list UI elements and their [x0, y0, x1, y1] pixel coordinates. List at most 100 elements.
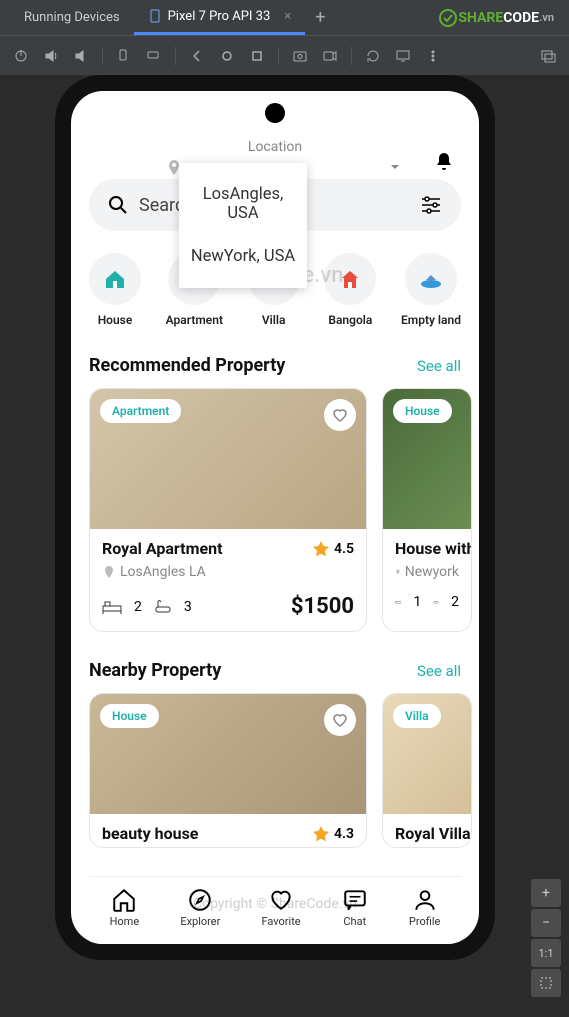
location-header: Location LosAngles, USA NewYork, USA — [89, 139, 461, 159]
home-icon[interactable] — [214, 43, 240, 69]
settings-icon[interactable] — [535, 43, 561, 69]
overview-icon[interactable] — [244, 43, 270, 69]
property-card[interactable]: Apartment Royal Apartment 4.5 — [89, 388, 367, 632]
more-icon[interactable] — [420, 43, 446, 69]
card-image: Villa — [383, 694, 471, 814]
camera-hole — [265, 103, 285, 123]
back-icon[interactable] — [184, 43, 210, 69]
fit-icon — [539, 976, 553, 990]
house-icon — [102, 266, 128, 292]
pin-icon — [395, 565, 401, 579]
close-icon[interactable]: × — [284, 9, 291, 24]
profile-icon — [412, 887, 438, 913]
ide-tab-device[interactable]: Pixel 7 Pro API 33 × — [134, 1, 306, 35]
bed-icon — [102, 599, 122, 615]
zoom-fit-button[interactable]: 1:1 — [531, 939, 561, 967]
nav-home[interactable]: Home — [110, 887, 140, 928]
nav-chat[interactable]: Chat — [342, 887, 368, 928]
location-option[interactable]: NewYork, USA — [179, 235, 307, 278]
volume-up-icon[interactable] — [38, 43, 64, 69]
star-icon — [312, 825, 330, 843]
card-rating: 4.3 — [312, 825, 354, 843]
reload-icon[interactable] — [360, 43, 386, 69]
tab-label: Pixel 7 Pro API 33 — [168, 9, 271, 24]
see-all-link[interactable]: See all — [417, 662, 461, 680]
category-bangola[interactable]: Bangola — [324, 253, 376, 327]
nav-profile[interactable]: Profile — [409, 887, 440, 928]
section-title: Nearby Property — [89, 660, 221, 681]
bath-icon — [433, 595, 439, 609]
type-chip: House — [100, 704, 159, 728]
add-tab-button[interactable]: + — [305, 9, 335, 27]
display-icon[interactable] — [390, 43, 416, 69]
bottom-nav: Copyright © ShareCode.vn Home Explorer F… — [89, 876, 461, 944]
zoom-out-button[interactable]: − — [531, 909, 561, 937]
tab-label: Running Devices — [24, 10, 120, 25]
nearby-header: Nearby Property See all — [89, 660, 461, 681]
amenities: 2 3 — [102, 599, 192, 615]
category-label: House — [98, 313, 133, 327]
phone-frame: Location LosAngles, USA NewYork, USA — [55, 75, 495, 960]
card-location: Newyork — [395, 564, 459, 580]
rotate-right-icon[interactable] — [141, 43, 167, 69]
category-house[interactable]: House — [89, 253, 141, 327]
chevron-down-icon[interactable] — [389, 161, 401, 173]
bangola-icon — [337, 266, 363, 292]
card-title: House with G — [395, 539, 459, 558]
logo-icon — [438, 8, 458, 28]
card-image: House — [383, 389, 471, 529]
recommended-cards: Apartment Royal Apartment 4.5 — [89, 388, 461, 632]
favorite-button[interactable] — [324, 704, 356, 736]
zoom-in-button[interactable]: + — [531, 879, 561, 907]
section-title: Recommended Property — [89, 355, 285, 376]
zoom-actual-button[interactable] — [531, 969, 561, 997]
compass-icon — [187, 887, 213, 913]
location-dropdown: LosAngles, USA NewYork, USA — [179, 163, 307, 288]
type-chip: Apartment — [100, 399, 181, 423]
rotate-left-icon[interactable] — [111, 43, 137, 69]
land-icon — [418, 266, 444, 292]
bath-icon — [154, 599, 172, 615]
property-card[interactable]: Villa Royal Villa — [382, 693, 472, 848]
see-all-link[interactable]: See all — [417, 357, 461, 375]
property-card[interactable]: House House with G Newyork 1 — [382, 388, 472, 632]
card-location: LosAngles LA — [102, 564, 354, 580]
category-label: Villa — [262, 313, 286, 327]
filter-icon[interactable] — [419, 193, 443, 217]
ide-tab-running[interactable]: Running Devices — [10, 2, 134, 33]
card-image: House — [90, 694, 366, 814]
favorite-button[interactable] — [324, 399, 356, 431]
location-option[interactable]: LosAngles, USA — [179, 173, 307, 235]
card-title: beauty house — [102, 824, 198, 843]
screenshot-icon[interactable] — [287, 43, 313, 69]
zoom-tools: + − 1:1 — [531, 879, 561, 997]
card-title: Royal Apartment — [102, 539, 222, 558]
search-icon — [107, 194, 129, 216]
pin-icon — [102, 565, 116, 579]
sharecode-logo: SHARECODE.vn — [438, 8, 554, 28]
type-chip: Villa — [393, 704, 441, 728]
recommended-header: Recommended Property See all — [89, 355, 461, 376]
ide-top-bar: Running Devices Pixel 7 Pro API 33 × + S… — [0, 0, 569, 35]
ide-toolbar — [0, 35, 569, 75]
nav-favorite[interactable]: Favorite — [261, 887, 300, 928]
phone-icon — [148, 9, 162, 23]
bell-icon[interactable] — [433, 151, 455, 179]
heart-icon — [268, 887, 294, 913]
category-label: Apartment — [166, 313, 223, 327]
home-icon — [111, 887, 137, 913]
power-icon[interactable] — [8, 43, 34, 69]
category-emptyland[interactable]: Empty land — [401, 253, 461, 327]
nav-explorer[interactable]: Explorer — [180, 887, 220, 928]
category-label: Empty land — [401, 313, 461, 327]
property-card[interactable]: House beauty house 4.3 — [89, 693, 367, 848]
heart-icon — [331, 711, 349, 729]
volume-down-icon[interactable] — [68, 43, 94, 69]
bed-icon — [395, 595, 401, 609]
location-label: Location — [89, 139, 461, 155]
phone-screen: Location LosAngles, USA NewYork, USA — [71, 91, 479, 944]
record-icon[interactable] — [317, 43, 343, 69]
type-chip: House — [393, 399, 452, 423]
amenities: 1 2 — [395, 594, 459, 610]
card-title: Royal Villa — [395, 824, 459, 843]
